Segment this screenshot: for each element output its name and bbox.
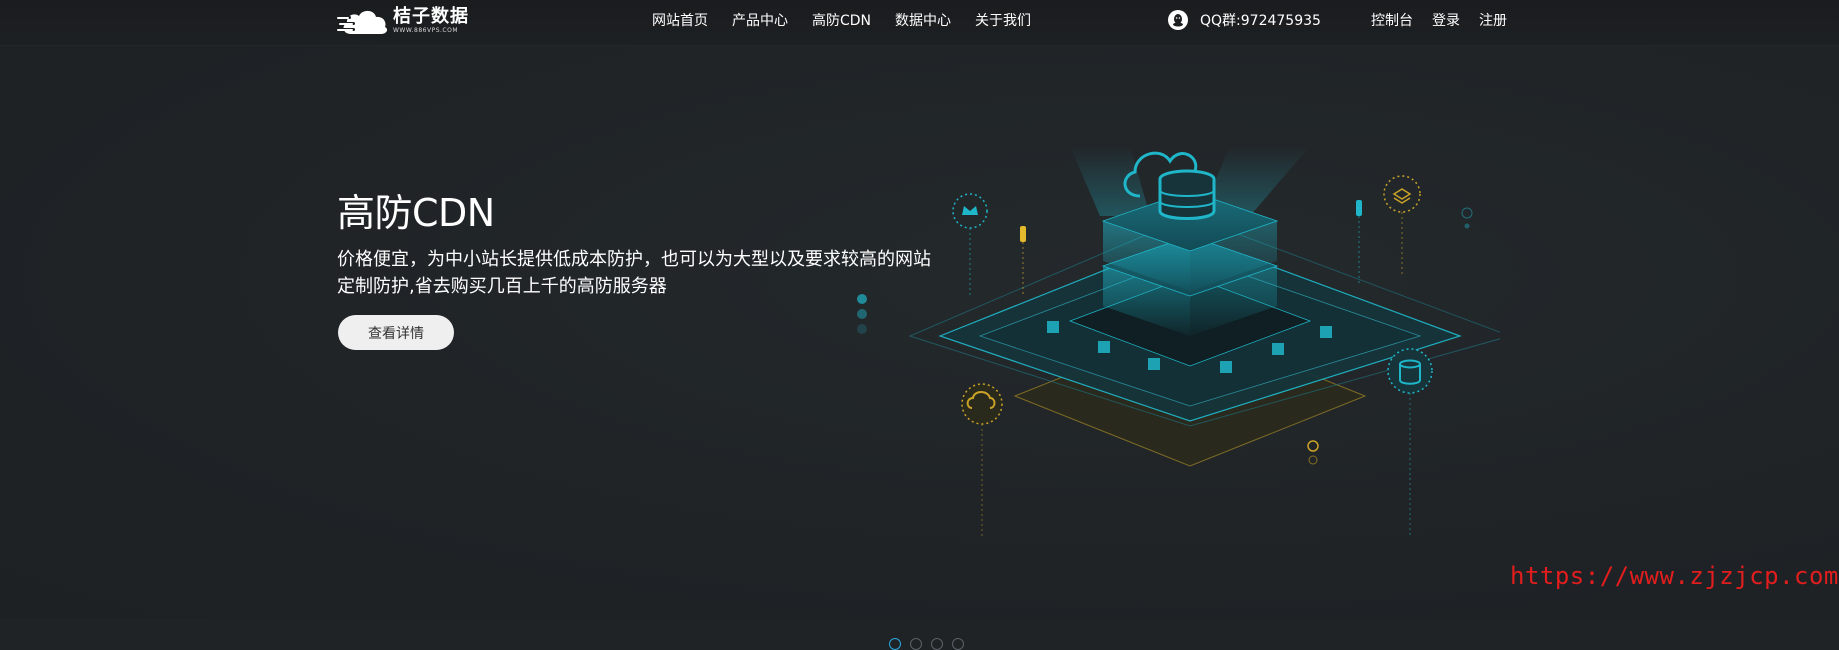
- hero-title: 高防CDN: [337, 191, 495, 235]
- qq-group-text: QQ群:972475935: [1200, 13, 1321, 29]
- view-details-button[interactable]: 查看详情: [338, 315, 454, 350]
- qq-group[interactable]: QQ群:972475935: [1168, 0, 1321, 40]
- slide-dot-4[interactable]: [952, 638, 964, 650]
- slide-dot-2[interactable]: [910, 638, 922, 650]
- nav-item-about[interactable]: 关于我们: [975, 10, 1031, 30]
- slide-indicators: [889, 638, 964, 650]
- hero-banner: 高防CDN 价格便宜，为中小站长提供低成本防护，也可以为大型以及要求较高的网站定…: [0, 46, 1839, 650]
- nav-item-datacenter[interactable]: 数据中心: [895, 10, 951, 30]
- register-link[interactable]: 注册: [1479, 10, 1507, 30]
- user-links: 控制台 登录 注册: [1371, 0, 1507, 40]
- cloud-logo-icon: [337, 4, 391, 38]
- logo-title: 桔子数据: [393, 6, 469, 27]
- cloud-server-illustration: [857, 146, 1500, 536]
- main-nav: 网站首页 产品中心 高防CDN 数据中心 关于我们: [640, 0, 1043, 40]
- qq-icon: [1168, 10, 1188, 30]
- slide-dot-3[interactable]: [931, 638, 943, 650]
- login-link[interactable]: 登录: [1432, 10, 1460, 30]
- nav-item-products[interactable]: 产品中心: [732, 10, 788, 30]
- nav-item-home[interactable]: 网站首页: [652, 10, 708, 30]
- site-logo[interactable]: 桔子数据 WWW.886VPS.COM: [337, 4, 477, 38]
- slide-dot-1[interactable]: [889, 638, 901, 650]
- logo-subtitle: WWW.886VPS.COM: [393, 27, 458, 34]
- console-link[interactable]: 控制台: [1371, 10, 1413, 30]
- nav-item-cdn[interactable]: 高防CDN: [812, 10, 871, 30]
- top-navigation-bar: 桔子数据 WWW.886VPS.COM 网站首页 产品中心 高防CDN 数据中心…: [0, 0, 1839, 46]
- site-watermark: https://www.zjzjcp.com: [1510, 562, 1839, 590]
- hero-description: 价格便宜，为中小站长提供低成本防护，也可以为大型以及要求较高的网站定制防护,省去…: [337, 249, 931, 297]
